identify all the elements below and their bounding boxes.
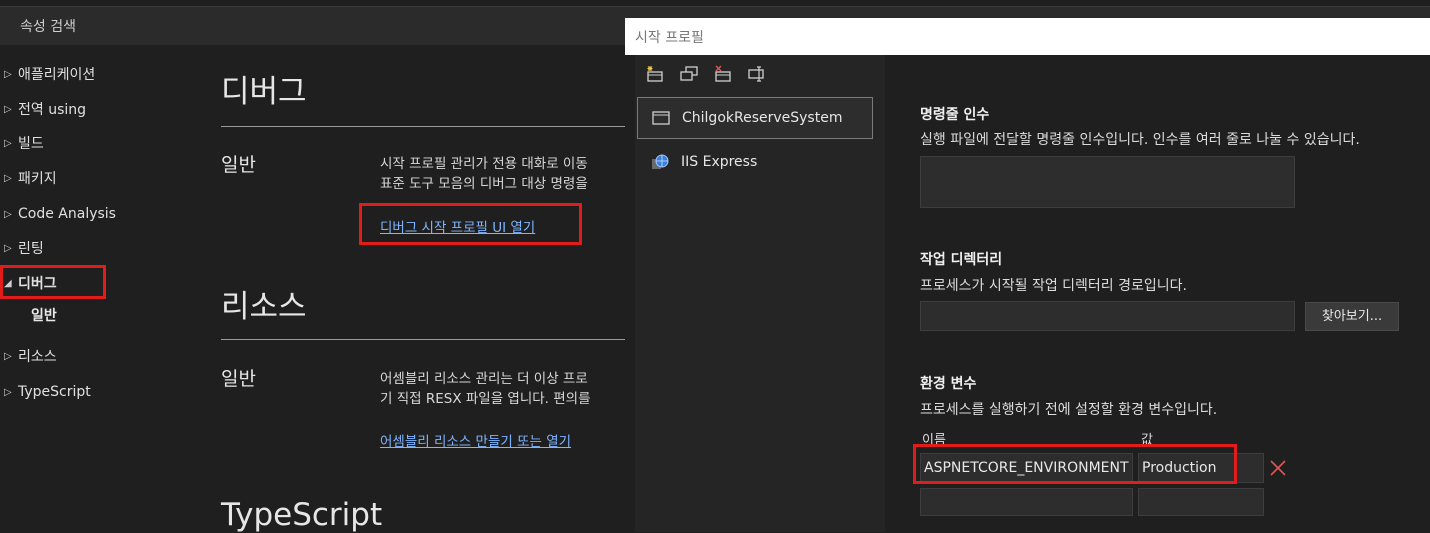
nav-label: 전역 using — [18, 102, 87, 118]
debug-heading: 디버그 — [221, 74, 307, 110]
new-profile-icon[interactable] — [645, 65, 665, 83]
window-icon — [652, 111, 670, 125]
env-col-value-header: 값 — [1141, 433, 1153, 448]
debug-desc-line2: 표준 도구 모음의 디버그 대상 명령을 — [380, 176, 588, 192]
nav-label: 리소스 — [18, 349, 57, 365]
resources-desc-line2: 기 직접 RESX 파일을 엽니다. 편의를 — [380, 391, 591, 407]
nav-item-package[interactable]: ▷ 패키지 — [4, 166, 57, 190]
env-value-input-new[interactable] — [1138, 488, 1264, 516]
chevron-right-icon: ▷ — [4, 208, 12, 220]
nav-label: 애플리케이션 — [18, 67, 96, 83]
dialog-titlebar: 시작 프로필 — [625, 18, 1430, 55]
nav-label: 패키지 — [18, 171, 57, 187]
nav-subitem-general[interactable]: 일반 — [31, 305, 57, 325]
resources-general-heading: 일반 — [221, 368, 256, 390]
workdir-label: 작업 디렉터리 — [920, 252, 1003, 268]
resources-heading: 리소스 — [221, 289, 307, 325]
browse-button[interactable]: 찾아보기... — [1305, 302, 1399, 331]
divider — [221, 339, 631, 340]
nav-item-typescript[interactable]: ▷ TypeScript — [4, 380, 91, 404]
rename-profile-icon[interactable] — [747, 65, 767, 83]
nav-label: 디버그 — [18, 276, 57, 292]
typescript-heading: TypeScript — [221, 497, 383, 533]
nav-label: 린팅 — [18, 241, 44, 257]
command-line-args-input[interactable] — [920, 156, 1295, 208]
dialog-title: 시작 프로필 — [635, 30, 704, 46]
env-value-value: Production — [1142, 460, 1217, 476]
chevron-right-icon: ▷ — [4, 137, 12, 149]
profile-label: IIS Express — [681, 154, 758, 170]
delete-env-var-icon[interactable] — [1268, 458, 1288, 478]
args-label: 명령줄 인수 — [920, 107, 990, 123]
chevron-right-icon: ▷ — [4, 68, 12, 80]
search-placeholder: 속성 검색 — [20, 19, 76, 35]
delete-profile-icon[interactable] — [713, 65, 733, 83]
env-name-input-new[interactable] — [920, 488, 1133, 516]
nav-item-code-analysis[interactable]: ▷ Code Analysis — [4, 202, 116, 226]
args-desc: 실행 파일에 전달할 명령줄 인수입니다. 인수를 여러 줄로 나눌 수 있습니… — [920, 132, 1360, 148]
nav-label: Code Analysis — [18, 206, 116, 222]
create-open-assembly-resources-link[interactable]: 어셈블리 리소스 만들기 또는 열기 — [380, 430, 571, 450]
env-desc: 프로세스를 실행하기 전에 설정할 환경 변수입니다. — [920, 402, 1218, 418]
nav-label: 빌드 — [18, 136, 44, 152]
duplicate-profile-icon[interactable] — [679, 65, 699, 83]
env-col-name-header: 이름 — [922, 433, 946, 448]
working-directory-input[interactable] — [920, 301, 1295, 331]
debug-general-heading: 일반 — [221, 154, 256, 176]
divider — [221, 126, 631, 127]
debug-desc-line1: 시작 프로필 관리가 전용 대화로 이동 — [380, 156, 588, 172]
chevron-right-icon: ▷ — [4, 242, 12, 254]
resources-desc-line1: 어셈블리 리소스 관리는 더 이상 프로 — [380, 371, 588, 387]
env-name-input[interactable]: ASPNETCORE_ENVIRONMENT — [920, 453, 1133, 483]
nav-item-linting[interactable]: ▷ 린팅 — [4, 236, 44, 260]
nav-item-global-using[interactable]: ▷ 전역 using — [4, 97, 86, 121]
globe-icon — [652, 154, 669, 169]
env-label: 환경 변수 — [920, 376, 977, 392]
open-debug-launch-profiles-link[interactable]: 디버그 시작 프로필 UI 열기 — [380, 216, 535, 236]
chevron-right-icon: ▷ — [4, 350, 12, 362]
chevron-right-icon: ▷ — [4, 103, 12, 115]
nav-label: TypeScript — [18, 384, 91, 400]
launch-profiles-dialog: 시작 프로필 ChilgokReserveSystem IIS Express … — [625, 18, 1430, 532]
profile-item-iis-express[interactable]: IIS Express — [637, 141, 873, 183]
workdir-desc: 프로세스가 시작될 작업 디렉터리 경로입니다. — [920, 278, 1187, 294]
env-value-input[interactable]: Production — [1138, 453, 1264, 483]
chevron-right-icon: ▷ — [4, 386, 12, 398]
profile-settings-panel: 명령줄 인수 실행 파일에 전달할 명령줄 인수입니다. 인수를 여러 줄로 나… — [885, 55, 1430, 532]
nav-item-debug[interactable]: ◢ 디버그 — [4, 271, 57, 295]
profile-label: ChilgokReserveSystem — [682, 110, 843, 126]
profiles-panel: ChilgokReserveSystem IIS Express — [635, 55, 885, 532]
nav-item-application[interactable]: ▷ 애플리케이션 — [4, 62, 95, 86]
chevron-down-icon: ◢ — [4, 277, 12, 289]
nav-item-resources[interactable]: ▷ 리소스 — [4, 344, 57, 368]
nav-item-build[interactable]: ▷ 빌드 — [4, 131, 44, 155]
env-name-value: ASPNETCORE_ENVIRONMENT — [924, 460, 1129, 476]
chevron-right-icon: ▷ — [4, 172, 12, 184]
profile-item-chilgok[interactable]: ChilgokReserveSystem — [637, 97, 873, 139]
